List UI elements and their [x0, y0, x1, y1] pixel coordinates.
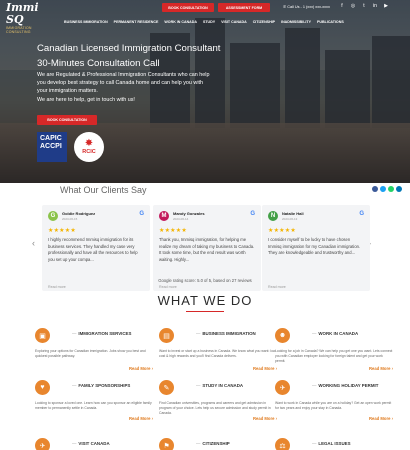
read-more-link[interactable]: Read more — [48, 285, 66, 289]
logo-subtitle: IMMIGRATION CONSULTING — [6, 26, 32, 34]
nav-publications[interactable]: PUBLICATIONS — [317, 20, 344, 24]
plane-icon: ✈ — [35, 438, 50, 450]
social-links: f ◎ t in ▶ — [339, 3, 389, 9]
share-facebook-icon[interactable] — [372, 186, 378, 192]
google-icon: G — [139, 211, 144, 217]
reviewer-name: Natalie Hall — [282, 211, 304, 216]
service-title[interactable]: STUDY IN CANADA — [196, 383, 243, 388]
hero-title-line-1: Canadian Licensed Immigration Consultant — [37, 43, 221, 54]
read-more-link[interactable]: Read more — [159, 285, 177, 289]
nav-work-in-canada[interactable]: WORK IN CANADA — [164, 20, 197, 24]
read-more-link[interactable]: Read more — [268, 285, 286, 289]
service-title[interactable]: WORKING HOLIDAY PERMIT — [312, 383, 378, 388]
service-desc: Exploring your options for Canadian immi… — [35, 349, 146, 358]
review-date: 2023-06-14 — [173, 217, 189, 221]
capic-badge: CAPIC ACCPI — [37, 132, 67, 162]
book-consultation-button[interactable]: BOOK CONSULTATION — [37, 115, 97, 125]
flag-icon: ⚑ — [159, 438, 174, 450]
review-text: I highly recommend Immisq immigration fo… — [48, 237, 138, 262]
service-desc: Find Canadian universities, programs and… — [159, 401, 271, 415]
share-twitter-icon[interactable] — [380, 186, 386, 192]
service-desc: Looking to sponsor a loved one. Learn ho… — [35, 401, 152, 410]
review-text: I consider myself to be lucky to have ch… — [268, 237, 361, 255]
reviewer-avatar: G — [48, 211, 58, 221]
star-rating: ★★★★★ — [159, 228, 187, 234]
site-logo[interactable]: Immi SQ IMMIGRATION CONSULTING — [6, 1, 50, 35]
reviewer-avatar: M — [159, 211, 169, 221]
read-more-link[interactable]: Read More › — [129, 366, 153, 371]
service-title[interactable]: LEGAL ISSUES — [312, 441, 350, 446]
service-title[interactable]: BUSINESS IMMIGRATION — [196, 331, 255, 336]
reviewer-name: Mandy Gonzales — [173, 211, 205, 216]
read-more-link[interactable]: Read More › — [253, 366, 277, 371]
youtube-icon[interactable]: ▶ — [383, 3, 389, 9]
review-text: Thank you, Immisq immigration, for helpi… — [159, 237, 255, 262]
service-title[interactable]: FAMILY SPONSORSHIPS — [72, 383, 130, 388]
star-rating: ★★★★★ — [48, 228, 76, 234]
read-more-link[interactable]: Read More › — [129, 416, 153, 421]
passport-icon: ▣ — [35, 328, 50, 343]
service-title[interactable]: WORK IN CANADA — [312, 331, 358, 336]
instagram-icon[interactable]: ◎ — [350, 3, 356, 9]
share-whatsapp-icon[interactable] — [388, 186, 394, 192]
service-desc: Looking for a job in Canada? We can help… — [275, 349, 393, 363]
rcic-badge: ✸ RCIC — [74, 132, 104, 162]
service-title[interactable]: IMMIGRATION SERVICES — [72, 331, 131, 336]
nav-citizenship[interactable]: CITIZENSHIP — [253, 20, 275, 24]
nav-business-immigration[interactable]: BUSINESS IMMIGRATION — [64, 20, 108, 24]
maple-leaf-icon: ✸ — [84, 138, 94, 149]
hero-title-line-2: 30-Minutes Consultation Call — [37, 58, 160, 69]
contact-phone[interactable]: ✆ Call Us - 1 (xxx) xxx-xxxx — [283, 4, 330, 9]
service-title[interactable]: VISIT CANADA — [72, 441, 109, 446]
linkedin-icon[interactable]: in — [372, 3, 378, 9]
hero-description: We are Regulated & Professional Immigrat… — [37, 71, 277, 104]
graduation-icon: ✎ — [159, 380, 174, 395]
nav-visit-canada[interactable]: VISIT CANADA — [221, 20, 247, 24]
read-more-link[interactable]: Read More › — [369, 366, 393, 371]
nav-inadmissibility[interactable]: INADMISSIBILITY — [281, 20, 311, 24]
hero-text-line-2: you develop best strategy to call Canada… — [37, 80, 204, 87]
google-icon: G — [359, 211, 364, 217]
contact-text: Call Us - 1 (xxx) xxx-xxxx — [287, 5, 330, 9]
carousel-prev-icon[interactable]: ‹ — [32, 238, 35, 248]
what-we-do-section: WHAT WE DO ▣ IMMIGRATION SERVICES Explor… — [0, 293, 410, 450]
main-nav: BUSINESS IMMIGRATION PERMANENT RESIDENCE… — [64, 20, 344, 24]
hero-text-line-4: We are here to help, get in touch with u… — [37, 96, 135, 103]
hero-text-line-3: your immigration matters. — [37, 88, 98, 95]
reviewer-avatar: N — [268, 211, 278, 221]
hero-banner: Immi SQ IMMIGRATION CONSULTING BOOK CONS… — [0, 0, 410, 183]
worker-icon: ☻ — [275, 328, 290, 343]
book-consultation-top-button[interactable]: BOOK CONSULTATION — [162, 3, 214, 12]
nav-permanent-residence[interactable]: PERMANENT RESIDENCE — [114, 20, 159, 24]
assessment-form-button[interactable]: ASSESSMENT FORM — [218, 3, 270, 12]
suitcase-icon: ✈ — [275, 380, 290, 395]
review-date: 2023-06-13 — [282, 217, 298, 221]
star-rating: ★★★★★ — [268, 228, 296, 234]
reviewer-name: Goldie Rodriguez — [62, 211, 96, 216]
share-linkedin-icon[interactable] — [396, 186, 402, 192]
family-icon: ♥ — [35, 380, 50, 395]
rcic-label: RCIC — [82, 149, 96, 155]
service-desc: Want to work in Canada while you are on … — [275, 401, 392, 410]
facebook-icon[interactable]: f — [339, 3, 345, 9]
reviews-heading: What Our Clients Say — [60, 185, 147, 195]
share-icons — [372, 186, 402, 192]
service-title[interactable]: CITIZENSHIP — [196, 441, 229, 446]
section-title: WHAT WE DO — [157, 293, 253, 308]
google-rating-summary: Google rating score: 5.0 of 5, based on … — [158, 278, 252, 283]
google-icon: G — [250, 211, 255, 217]
nav-study[interactable]: STUDY — [203, 20, 215, 24]
scale-icon: ⚖ — [275, 438, 290, 450]
read-more-link[interactable]: Read More › — [369, 416, 393, 421]
title-divider — [186, 311, 224, 312]
read-more-link[interactable]: Read More › — [253, 416, 277, 421]
logo-title: Immi SQ — [6, 1, 39, 26]
reviews-section: What Our Clients Say ‹ › G Goldie Rodrig… — [0, 183, 410, 293]
hero-title: Canadian Licensed Immigration Consultant… — [37, 41, 327, 71]
service-desc: Want to invest or start up a business in… — [159, 349, 276, 358]
briefcase-icon: ▤ — [159, 328, 174, 343]
hero-text-line-1: We are Regulated & Professional Immigrat… — [37, 72, 210, 78]
twitter-icon[interactable]: t — [361, 3, 367, 9]
review-date: 2023-06-15 — [62, 217, 78, 221]
